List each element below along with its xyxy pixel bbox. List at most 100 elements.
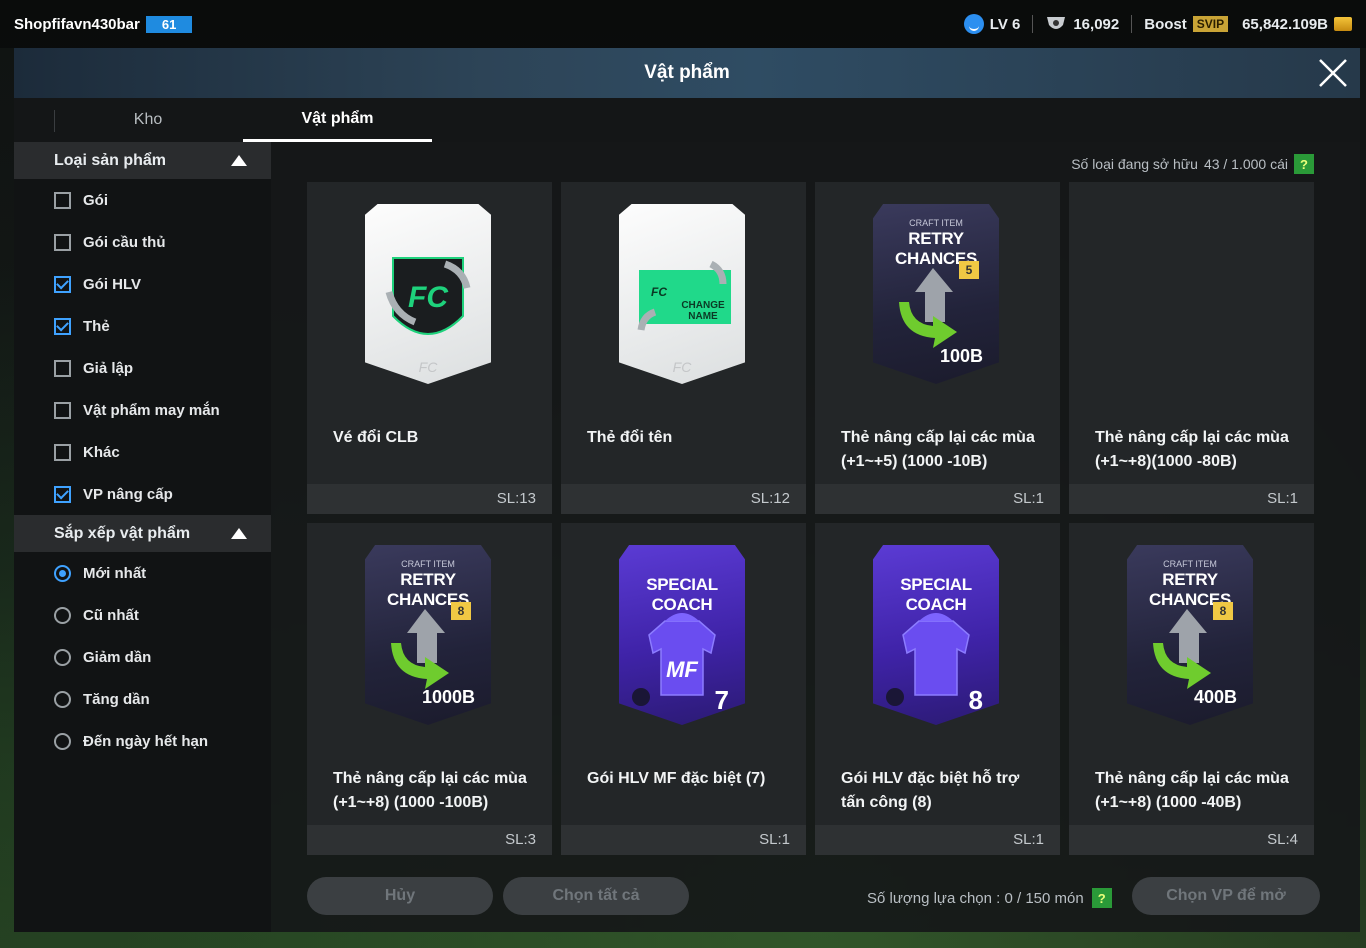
tab-kho[interactable]: Kho xyxy=(74,98,222,142)
coin-icon xyxy=(1334,17,1352,31)
main-panel: Kho Vật phẩm Loại sản phẩm Gói Gói cầu t… xyxy=(14,98,1360,932)
filter-the[interactable]: Thẻ xyxy=(14,305,271,347)
tab-vat-pham[interactable]: Vật phẩm xyxy=(243,98,432,142)
filter-label: VP nâng cấp xyxy=(83,485,173,503)
checkbox-checked[interactable] xyxy=(54,317,71,335)
level-badge: 8 xyxy=(451,602,471,620)
owned-value: 43 / 1.000 cái xyxy=(1203,156,1288,172)
item-name: Thẻ đổi tên xyxy=(587,429,673,446)
retry-chances-art: CRAFT ITEM RETRY CHANCES 5 100B xyxy=(873,204,999,384)
radio[interactable] xyxy=(54,690,71,708)
sort-moi-nhat[interactable]: Mới nhất xyxy=(14,552,271,594)
special-coach-art: SPECIAL COACH MF 7 xyxy=(619,545,745,725)
product-type-title: Loại sản phẩm xyxy=(54,151,167,169)
item-card[interactable]: FC FC CHANGE NAME Thẻ đổi tên SL:12 xyxy=(561,182,806,514)
retry-chances-art: CRAFT ITEM RETRY CHANCES 8 400B xyxy=(1127,545,1253,725)
sort-den-ngay-het-han[interactable]: Đến ngày hết hạn xyxy=(14,720,271,762)
sort-label: Tăng dần xyxy=(83,690,150,708)
help-icon[interactable]: ? xyxy=(1294,154,1314,174)
filter-label: Giả lập xyxy=(83,359,134,377)
filter-label: Gói cầu thủ xyxy=(83,233,166,251)
filter-label: Gói xyxy=(83,191,108,209)
checkbox[interactable] xyxy=(54,191,71,209)
checkbox-checked[interactable] xyxy=(54,275,71,293)
rename-ticket-icon: FC FC xyxy=(637,260,731,375)
filter-label: Vật phẩm may mắn xyxy=(83,401,220,419)
cancel-button[interactable]: Hủy xyxy=(307,877,493,915)
item-name: Thẻ nâng cấp lại các mùa (+1~+8)(1000 -80… xyxy=(1095,429,1289,470)
close-icon[interactable] xyxy=(1316,56,1350,90)
item-card[interactable]: Thẻ nâng cấp lại các mùa (+1~+8)(1000 -80… xyxy=(1069,182,1314,514)
checkbox[interactable] xyxy=(54,359,71,377)
item-card[interactable]: CRAFT ITEM RETRY CHANCES 5 100B Thẻ nâng… xyxy=(815,182,1060,514)
radio[interactable] xyxy=(54,648,71,666)
item-card[interactable]: SPECIAL COACH 8 Gói HLV đặc biệt hỗ trợ t… xyxy=(815,523,1060,855)
sort-tang-dan[interactable]: Tăng dần xyxy=(14,678,271,720)
item-card[interactable]: SPECIAL COACH MF 7 Gói HLV MF đặc biệt (… xyxy=(561,523,806,855)
collapse-triangle-icon xyxy=(231,528,247,539)
item-name: Gói HLV đặc biệt hỗ trợ tấn công (8) xyxy=(841,770,1020,811)
retry-value: 1000B xyxy=(421,687,475,707)
filter-goi[interactable]: Gói xyxy=(14,179,271,221)
tab-divider xyxy=(54,110,55,132)
item-card[interactable]: CRAFT ITEM RETRY CHANCES 8 1000B Thẻ nân… xyxy=(307,523,552,855)
sort-giam-dan[interactable]: Giảm dần xyxy=(14,636,271,678)
item-card[interactable]: CRAFT ITEM RETRY CHANCES 8 400B Thẻ nâng… xyxy=(1069,523,1314,855)
club-ticket-art: FC FC xyxy=(365,204,491,384)
retry-value: 100B xyxy=(939,346,983,366)
item-name: Gói HLV MF đặc biệt (7) xyxy=(587,770,766,787)
status-right: LV 6 16,092 Boost SVIP 65,842.109B xyxy=(963,14,1352,34)
points-value: 16,092 xyxy=(1073,15,1120,33)
radio[interactable] xyxy=(54,606,71,624)
select-all-button[interactable]: Chọn tất cả xyxy=(503,877,689,915)
item-name: Thẻ nâng cấp lại các mùa (+1~+5) (1000 -1… xyxy=(841,429,1035,470)
help-icon[interactable]: ? xyxy=(1091,888,1112,908)
filter-khac[interactable]: Khác xyxy=(14,431,271,473)
sort-label: Mới nhất xyxy=(83,564,147,582)
level-label: LV 6 xyxy=(989,15,1021,33)
selection-label: Số lượng lựa chọn : 0 / 150 món xyxy=(867,889,1084,907)
tab-bar: Kho Vật phẩm xyxy=(14,98,1360,142)
boost-label: Boost xyxy=(1144,15,1187,33)
sort-label: Đến ngày hết hạn xyxy=(83,732,209,750)
balance-value: 65,842.109B xyxy=(1242,15,1328,33)
checkbox-checked[interactable] xyxy=(54,485,71,503)
owned-count: Số loại đang sở hữu 43 / 1.000 cái ? xyxy=(1071,154,1314,174)
coach-level: 7 xyxy=(714,685,729,715)
product-type-header[interactable]: Loại sản phẩm xyxy=(14,142,271,179)
item-card[interactable]: FC FC Vé đổi CLB SL:13 xyxy=(307,182,552,514)
item-quantity: SL:12 xyxy=(561,484,806,514)
filter-label: Gói HLV xyxy=(83,275,142,293)
shield-points-icon xyxy=(1047,17,1066,29)
radio[interactable] xyxy=(54,732,71,750)
filter-goi-hlv[interactable]: Gói HLV xyxy=(14,263,271,305)
svg-text:FC: FC xyxy=(673,359,693,375)
filter-gia-lap[interactable]: Giả lập xyxy=(14,347,271,389)
special-coach-art: SPECIAL COACH 8 xyxy=(873,545,999,725)
level-badge: 8 xyxy=(1213,602,1233,620)
position-label: MF xyxy=(666,657,698,682)
svip-badge: SVIP xyxy=(1192,16,1229,32)
rename-card-art: FC FC CHANGE NAME xyxy=(619,204,745,384)
filter-vat-pham-may-man[interactable]: Vật phẩm may mắn xyxy=(14,389,271,431)
sort-header[interactable]: Sắp xếp vật phẩm xyxy=(14,515,271,552)
sidebar: Loại sản phẩm Gói Gói cầu thủ Gói HLV Th… xyxy=(14,142,271,932)
sort-cu-nhat[interactable]: Cũ nhất xyxy=(14,594,271,636)
checkbox[interactable] xyxy=(54,233,71,251)
level-badge: 5 xyxy=(959,261,979,279)
user-level-badge: 61 xyxy=(145,15,193,33)
item-name: Thẻ nâng cấp lại các mùa (+1~+8) (1000 -4… xyxy=(1095,770,1289,811)
filter-goi-cau-thu[interactable]: Gói cầu thủ xyxy=(14,221,271,263)
checkbox[interactable] xyxy=(54,401,71,419)
item-quantity: SL:4 xyxy=(1069,825,1314,855)
item-quantity: SL:1 xyxy=(1069,484,1314,514)
filter-vp-nang-cap[interactable]: VP nâng cấp xyxy=(14,473,271,515)
checkbox[interactable] xyxy=(54,443,71,461)
sort-title: Sắp xếp vật phẩm xyxy=(54,524,191,542)
level-face-icon xyxy=(963,14,984,34)
filter-label: Khác xyxy=(83,443,120,461)
item-quantity: SL:1 xyxy=(561,825,806,855)
open-items-button[interactable]: Chọn VP để mở xyxy=(1132,877,1320,915)
svg-text:FC: FC xyxy=(408,281,449,314)
radio-selected[interactable] xyxy=(54,564,71,582)
